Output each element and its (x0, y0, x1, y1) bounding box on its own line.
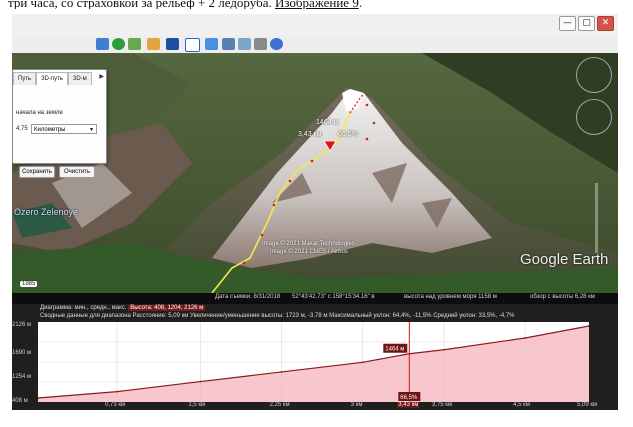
profile-header-label: Диаграмма: мин., средн., макс. (40, 305, 127, 311)
status-coords: 52°43'42.73" с 158°15'34.16" в (292, 294, 375, 300)
status-date: Дата съемки: 8/31/2018 (215, 294, 281, 300)
tab-3d-more[interactable]: 3D-м (67, 72, 92, 85)
x-tick-label: 4,5 км (513, 402, 530, 408)
unit-select[interactable]: Километры ▼ (31, 124, 97, 134)
print-icon[interactable] (254, 38, 267, 50)
google-earth-window: — ▢ ✕ Путь 3D-путь 3D-м ▶ начала на земл… (12, 14, 618, 410)
x-tick-label: 3 км (350, 402, 363, 408)
y-tick-label: 1254 м (12, 374, 32, 380)
profile-chart: 1464 м 66,5% (37, 322, 590, 402)
y-tick-label: 1690 м (12, 350, 32, 356)
chevron-down-icon: ▼ (89, 127, 94, 133)
place-label: Ozero Zelenoye (14, 207, 79, 217)
tour-icon[interactable] (166, 38, 179, 50)
unit-value: Километры (34, 127, 66, 133)
data-point (280, 371, 283, 373)
zoom-slider[interactable] (595, 183, 598, 253)
sun-icon[interactable] (222, 38, 235, 50)
overlay-icon[interactable] (147, 38, 160, 50)
elevation-profile: Диаграмма: мин., средн., макс. Высота: 4… (12, 304, 618, 410)
profile-header: Диаграмма: мин., средн., макс. Высота: 4… (12, 305, 618, 311)
x-tick-label: 1,5 км (188, 402, 206, 408)
data-point (361, 361, 364, 364)
email-icon[interactable] (238, 38, 251, 50)
credit-line-1: Image © 2021 Maxar Technologies (262, 241, 355, 247)
y-tick-label: 2126 м (12, 322, 32, 328)
data-point (443, 348, 445, 351)
marker-distance-label: 3,43 км (298, 131, 322, 138)
cursor-elevation-label: 1464 м (385, 347, 404, 353)
y-tick-label: 408 м (12, 398, 28, 404)
x-tick-label: 0,73 км (105, 402, 126, 408)
length-value: 4,75 (16, 126, 28, 132)
status-elevation: высота над уровнем моря 1158 м (404, 294, 497, 300)
minimize-button[interactable]: — (559, 16, 576, 31)
tab-path[interactable]: Путь (13, 72, 37, 85)
data-point (116, 390, 118, 393)
look-joystick[interactable] (576, 57, 612, 93)
image-9-link[interactable]: Изображение 9 (275, 0, 359, 9)
planet-icon[interactable] (270, 38, 283, 50)
measure-panel: Путь 3D-путь 3D-м ▶ начала на земле 4,75… (12, 69, 107, 178)
close-button[interactable]: ✕ (597, 16, 614, 31)
data-point (524, 337, 527, 339)
tab-3d-path[interactable]: 3D-путь (36, 72, 68, 85)
profile-summary: Сводные данные для диапазона Расстояние:… (40, 313, 515, 319)
polygon-icon[interactable] (112, 38, 125, 50)
status-bar: Дата съемки: 8/31/2018 52°43'42.73" с 15… (12, 293, 618, 304)
maximize-button[interactable]: ▢ (578, 16, 595, 31)
save-button[interactable]: Сохранить (19, 166, 55, 178)
move-joystick[interactable] (576, 99, 612, 135)
marker-elevation-label: 1464 м (316, 119, 339, 126)
x-tick-label: 3,43 км (397, 402, 420, 408)
profile-plot[interactable]: 1464 м 66,5% (37, 322, 590, 402)
year-badge[interactable]: 1985 (20, 281, 38, 287)
status-eye: обзор с высоты 6,28 км (530, 294, 595, 300)
historical-imagery-icon[interactable] (205, 38, 218, 50)
cursor-slope-label: 66,5% (400, 395, 418, 401)
clear-button[interactable]: Очистить (59, 166, 95, 178)
marker-slope-label: 66,5% (338, 131, 358, 138)
google-earth-logo: Google Earth (520, 251, 609, 268)
data-point (199, 380, 202, 383)
path-icon[interactable] (128, 38, 141, 50)
x-tick-label: 5,09 км (577, 402, 598, 408)
ruler-icon[interactable] (185, 38, 200, 52)
profile-header-values: Высота: 408, 1204, 2126 м (128, 305, 206, 311)
title-bar: — ▢ ✕ (12, 14, 618, 36)
ground-label: начала на земле (16, 110, 63, 116)
placemark-icon[interactable] (96, 38, 109, 50)
document-text: три часа, со страховкой за рельеф + 2 ле… (8, 0, 272, 9)
x-tick-label: 2,25 км (269, 402, 290, 408)
document-text-line: три часа, со страховкой за рельеф + 2 ле… (8, 0, 633, 9)
tab-scroll-icon[interactable]: ▶ (99, 73, 104, 80)
x-tick-label: 3,75 км (431, 402, 453, 408)
earth-view[interactable]: Путь 3D-путь 3D-м ▶ начала на земле 4,75… (12, 53, 618, 293)
credit-line-2: Image © 2021 CNES / Airbus (270, 249, 348, 255)
toolbar (12, 36, 618, 54)
